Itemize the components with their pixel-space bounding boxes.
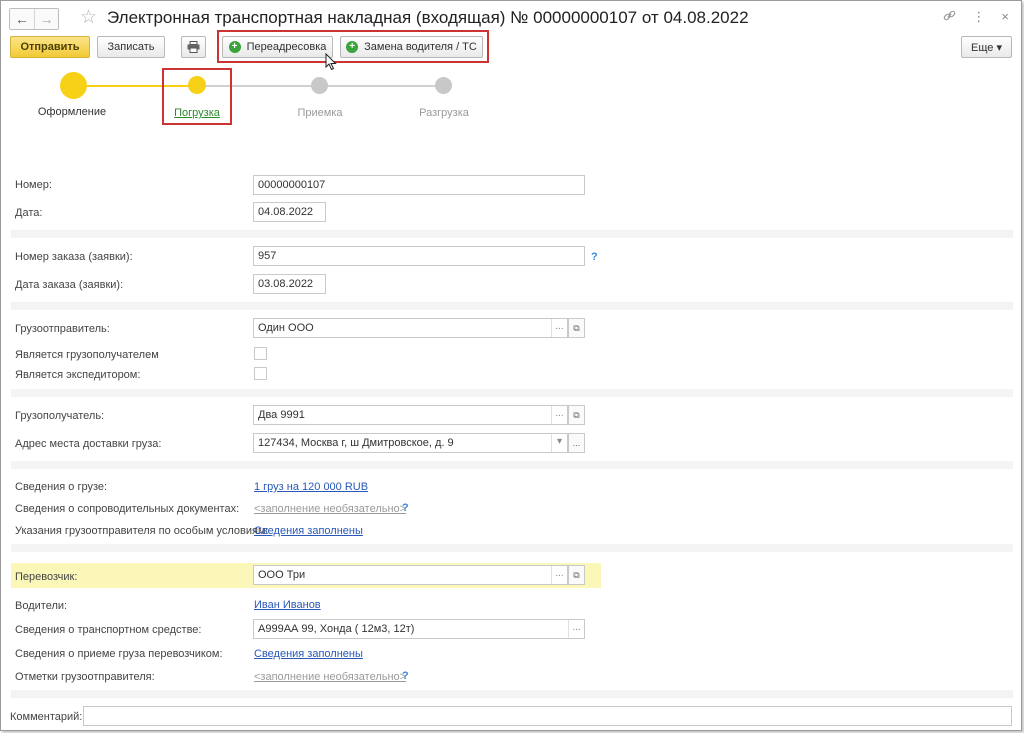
number-field[interactable]: 00000000107 xyxy=(253,175,585,195)
drivers-label: Водители: xyxy=(15,600,68,612)
order-number-label: Номер заказа (заявки): xyxy=(15,251,133,263)
order-date-label: Дата заказа (заявки): xyxy=(15,279,124,291)
special-conditions-label: Указания грузоотправителя по особым усло… xyxy=(15,525,269,537)
forward-button[interactable]: → xyxy=(34,9,58,29)
step-label-pogruzka[interactable]: Погрузка xyxy=(174,107,220,119)
arrow-right-icon: → xyxy=(39,11,54,27)
arrow-left-icon: ← xyxy=(15,11,29,27)
open-consignee-button[interactable]: ⧉ xyxy=(568,405,585,425)
nav-buttons: ← → xyxy=(9,8,59,30)
shipper-label: Грузоотправитель: xyxy=(15,323,110,335)
carrier-label: Перевозчик: xyxy=(15,571,78,583)
is-forwarder-checkbox[interactable] xyxy=(254,367,267,380)
cargo-info-link[interactable]: 1 груз на 120 000 RUB xyxy=(254,481,368,493)
dropdown-arrow-icon[interactable]: ▾ xyxy=(551,434,567,452)
send-button[interactable]: Отправить xyxy=(10,36,90,58)
more-button[interactable]: Еще ▾ xyxy=(961,36,1012,58)
drivers-link[interactable]: Иван Иванов xyxy=(254,599,321,611)
acceptance-label: Сведения о приеме груза перевозчиком: xyxy=(15,648,223,660)
vehicle-label: Сведения о транспортном средстве: xyxy=(15,624,202,636)
step-dot-razgruzka xyxy=(435,77,452,94)
acceptance-link[interactable]: Сведения заполнены xyxy=(254,648,363,660)
order-date-field[interactable]: 03.08.2022 xyxy=(253,274,326,294)
carrier-field[interactable]: ООО Три ... xyxy=(253,565,568,585)
section-separator xyxy=(11,389,1013,397)
shipper-field[interactable]: Один ООО ... xyxy=(253,318,568,338)
choose-button[interactable]: ... xyxy=(568,620,584,638)
delivery-address-field[interactable]: 127434, Москва г, ш Дмитровское, д. 9 ▾ xyxy=(253,433,568,453)
date-label: Дата: xyxy=(15,207,43,219)
more-vertical-icon[interactable]: ⋮ xyxy=(972,9,985,25)
print-button[interactable] xyxy=(181,36,206,58)
docs-label: Сведения о сопроводительных документах: xyxy=(15,503,240,515)
printer-icon xyxy=(187,41,200,53)
consignee-label: Грузополучатель: xyxy=(15,410,105,422)
section-separator xyxy=(11,544,1013,552)
help-icon[interactable]: ? xyxy=(402,670,409,682)
is-forwarder-label: Является экспедитором: xyxy=(15,369,141,381)
address-choose-button[interactable]: ... xyxy=(568,433,585,453)
plus-circle-icon: + xyxy=(228,41,241,53)
open-carrier-button[interactable]: ⧉ xyxy=(568,565,585,585)
step-label-razgruzka: Разгрузка xyxy=(419,107,469,119)
section-separator xyxy=(11,461,1013,469)
replace-driver-button[interactable]: + Замена водителя / ТС xyxy=(340,36,483,58)
consignee-field[interactable]: Два 9991 ... xyxy=(253,405,568,425)
choose-button[interactable]: ... xyxy=(551,319,567,337)
comment-field[interactable] xyxy=(83,706,1012,726)
favorite-star-icon[interactable]: ☆ xyxy=(80,6,97,29)
date-field[interactable]: 04.08.2022 xyxy=(253,202,326,222)
link-icon[interactable] xyxy=(943,9,956,25)
section-separator xyxy=(11,230,1013,238)
open-shipper-button[interactable]: ⧉ xyxy=(568,318,585,338)
comment-label: Комментарий: xyxy=(10,711,83,723)
window-controls: ⋮ × xyxy=(943,9,1009,25)
order-number-field[interactable]: 957 xyxy=(253,246,585,266)
is-consignee-label: Является грузополучателем xyxy=(15,349,159,361)
help-icon[interactable]: ? xyxy=(591,251,598,263)
plus-circle-icon: + xyxy=(346,41,359,53)
back-button[interactable]: ← xyxy=(10,9,34,29)
step-label-oformlenie: Оформление xyxy=(37,106,107,118)
close-icon[interactable]: × xyxy=(1001,9,1009,25)
save-button[interactable]: Записать xyxy=(97,36,165,58)
step-dot-priemka xyxy=(311,77,328,94)
vehicle-field[interactable]: А999АА 99, Хонда ( 12м3, 12т) ... xyxy=(253,619,585,639)
help-icon[interactable]: ? xyxy=(402,502,409,514)
section-separator xyxy=(11,690,1013,698)
docs-link[interactable]: <заполнение необязательно> xyxy=(254,503,406,515)
step-dot-oformlenie xyxy=(60,72,87,99)
section-separator xyxy=(11,302,1013,310)
shipper-marks-link[interactable]: <заполнение необязательно> xyxy=(254,671,406,683)
page-title: Электронная транспортная накладная (вход… xyxy=(107,8,749,27)
shipper-marks-label: Отметки грузоотправителя: xyxy=(15,671,155,683)
document-window: ← → ☆ Электронная транспортная накладная… xyxy=(0,0,1022,731)
mouse-cursor-icon xyxy=(325,53,337,71)
number-label: Номер: xyxy=(15,179,52,191)
choose-button[interactable]: ... xyxy=(551,566,567,584)
special-conditions-link[interactable]: Сведения заполнены xyxy=(254,525,363,537)
cargo-info-label: Сведения о грузе: xyxy=(15,481,108,493)
step-label-priemka: Приемка xyxy=(297,107,343,119)
choose-button[interactable]: ... xyxy=(551,406,567,424)
readdress-button[interactable]: + Переадресовка xyxy=(222,36,333,58)
delivery-address-label: Адрес места доставки груза: xyxy=(15,438,162,450)
is-consignee-checkbox[interactable] xyxy=(254,347,267,360)
